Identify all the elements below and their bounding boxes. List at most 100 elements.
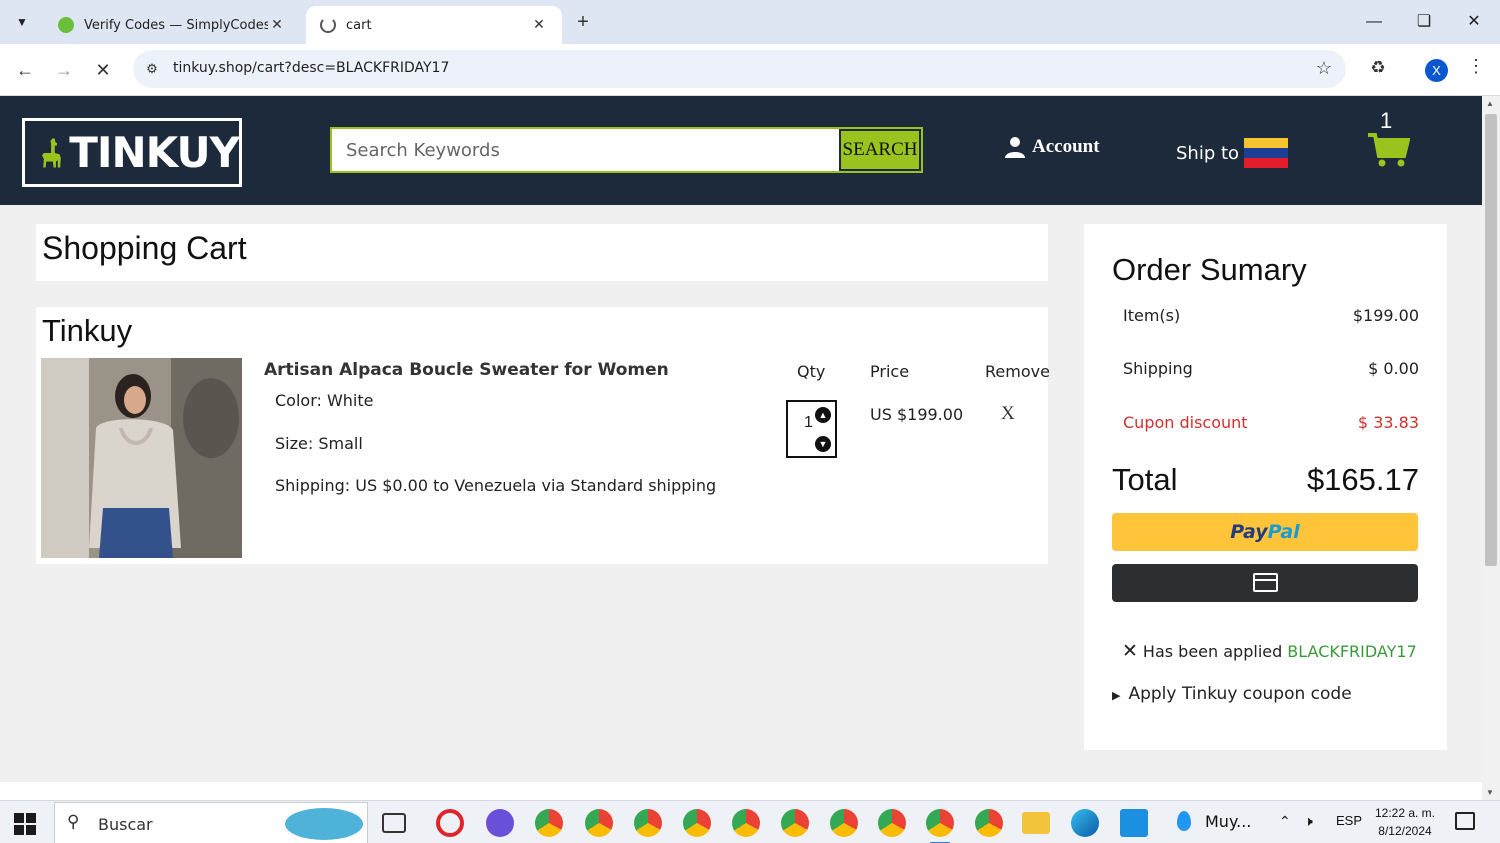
credit-card-icon xyxy=(1253,573,1278,592)
windows-start-icon[interactable] xyxy=(14,813,36,835)
chrome-profile-9-icon[interactable] xyxy=(975,809,1003,837)
chrome-profile-3-icon[interactable] xyxy=(634,809,662,837)
weather-text: Muy... xyxy=(1205,811,1252,831)
paypal-button[interactable]: PayPal xyxy=(1112,513,1418,551)
items-label: Item(s) xyxy=(1123,306,1181,325)
quantity-stepper[interactable]: 1 ▲ ▼ xyxy=(786,400,837,458)
venezuela-flag-icon xyxy=(1244,138,1289,168)
volume-icon[interactable]: 🕨 xyxy=(1304,813,1313,830)
product-color: Color: White xyxy=(275,391,374,410)
weather-widget[interactable]: Muy... xyxy=(1177,811,1251,831)
items-value: $199.00 xyxy=(1352,306,1419,325)
restore-button[interactable]: ❏ xyxy=(1409,10,1439,34)
browser-tabstrip: ▼ Verify Codes — SimplyCodes ✕ cart ✕ + … xyxy=(0,0,1500,44)
seller-name: Tinkuy xyxy=(42,313,133,348)
close-tab-icon[interactable]: ✕ xyxy=(530,17,548,33)
applied-coupon-code: BLACKFRIDAY17 xyxy=(1287,641,1417,661)
chrome-profile-6-icon[interactable] xyxy=(781,809,809,837)
chrome-profile-1-icon[interactable] xyxy=(535,809,563,837)
task-view-icon[interactable] xyxy=(382,813,406,833)
scroll-up-icon[interactable]: ▲ xyxy=(1486,99,1494,108)
tab-simplycodes[interactable]: Verify Codes — SimplyCodes ✕ xyxy=(44,6,300,44)
apply-coupon-label: Apply Tinkuy coupon code xyxy=(1128,684,1352,704)
shipping-value: $ 0.00 xyxy=(1368,359,1419,378)
order-summary-title: Order Sumary xyxy=(1112,252,1307,287)
product-image[interactable] xyxy=(41,358,242,558)
taskbar-clock[interactable]: 12:22 a. m. 8/12/2024 xyxy=(1370,804,1440,840)
coupon-applied-notice: ✕ Has been applied BLACKFRIDAY17 xyxy=(1122,640,1417,662)
chrome-profile-2-icon[interactable] xyxy=(585,809,613,837)
opera-icon[interactable] xyxy=(436,809,464,837)
page-scrollbar[interactable]: ▲ ▼ xyxy=(1482,96,1500,800)
search-icon: ⚲ xyxy=(67,812,80,831)
chrome-profile-7-icon[interactable] xyxy=(830,809,858,837)
profile-avatar[interactable]: X xyxy=(1425,59,1448,82)
photos-icon[interactable] xyxy=(1120,809,1148,837)
ship-to-selector[interactable]: Ship to xyxy=(1176,138,1289,168)
tab-title: Verify Codes — SimplyCodes xyxy=(84,17,268,33)
chrome-profile-5-icon[interactable] xyxy=(732,809,760,837)
account-label: Account xyxy=(1032,136,1100,157)
search-bar: SEARCH xyxy=(330,127,923,173)
tab-cart[interactable]: cart ✕ xyxy=(306,6,562,44)
search-button[interactable]: SEARCH xyxy=(839,129,921,171)
url-text: tinkuy.shop/cart?desc=BLACKFRIDAY17 xyxy=(173,60,450,76)
chrome-active-icon[interactable] xyxy=(926,809,954,843)
bookmark-star-icon[interactable]: ☆ xyxy=(1316,58,1332,79)
shopping-cart-icon[interactable] xyxy=(1366,132,1410,168)
language-indicator[interactable]: ESP xyxy=(1336,813,1362,828)
remove-item-button[interactable]: X xyxy=(1001,403,1015,425)
close-window-button[interactable]: ✕ xyxy=(1459,10,1489,34)
site-info-icon[interactable]: ⚙ xyxy=(141,58,163,80)
stop-loading-button[interactable]: ✕ xyxy=(89,56,117,84)
simplycodes-favicon-icon xyxy=(58,17,74,33)
quantity-value[interactable]: 1 xyxy=(804,414,813,432)
product-shipping: Shipping: US $0.00 to Venezuela via Stan… xyxy=(275,476,717,495)
tab-title: cart xyxy=(346,17,372,33)
browser-toolbar: ← → ✕ ⚙ tinkuy.shop/cart?desc=BLACKFRIDA… xyxy=(0,44,1500,96)
paypal-pay-text: Pay xyxy=(1230,521,1268,543)
close-tab-icon[interactable]: ✕ xyxy=(268,17,286,33)
notification-icon[interactable] xyxy=(1455,812,1475,830)
debit-credit-card-button[interactable] xyxy=(1112,564,1418,602)
browser-menu-icon[interactable]: ⋮ xyxy=(1466,56,1486,77)
total-label: Total xyxy=(1112,462,1178,497)
chrome-profile-8-icon[interactable] xyxy=(878,809,906,837)
clock-date: 8/12/2024 xyxy=(1378,824,1432,838)
minimize-button[interactable]: — xyxy=(1359,10,1389,34)
new-tab-button[interactable]: + xyxy=(572,10,594,34)
site-header: TINKUY SEARCH Account Ship to 1 xyxy=(0,96,1482,205)
product-name[interactable]: Artisan Alpaca Boucle Sweater for Women xyxy=(264,360,669,380)
scrollbar-thumb[interactable] xyxy=(1485,114,1497,566)
show-hidden-icons-icon[interactable]: ⌃ xyxy=(1279,813,1291,830)
chrome-profile-4-icon[interactable] xyxy=(683,809,711,837)
decrease-qty-icon[interactable]: ▼ xyxy=(815,436,831,452)
search-input[interactable] xyxy=(332,129,838,171)
taskbar-search[interactable]: ⚲ Buscar xyxy=(54,802,368,843)
disclosure-triangle-icon: ▶ xyxy=(1112,689,1121,702)
back-button[interactable]: ← xyxy=(11,56,39,84)
tinkuy-logo[interactable]: TINKUY xyxy=(22,118,242,187)
address-bar[interactable]: ⚙ tinkuy.shop/cart?desc=BLACKFRIDAY17 ☆ xyxy=(133,50,1346,88)
forward-button[interactable]: → xyxy=(50,56,78,84)
remove-coupon-icon[interactable]: ✕ xyxy=(1122,640,1138,662)
remove-column-header: Remove xyxy=(985,362,1050,381)
item-price: US $199.00 xyxy=(870,405,964,424)
logo-text: TINKUY xyxy=(69,128,240,177)
loading-favicon-icon xyxy=(320,17,336,33)
tab-search-dropdown[interactable]: ▼ xyxy=(8,8,36,36)
shipping-row: Shipping $ 0.00 xyxy=(1123,359,1419,378)
chat-app-icon[interactable] xyxy=(486,809,514,837)
file-explorer-icon[interactable] xyxy=(1022,812,1050,834)
total-value: $165.17 xyxy=(1306,462,1419,497)
account-link[interactable]: Account xyxy=(1004,136,1100,158)
apply-coupon-toggle[interactable]: ▶ Apply Tinkuy coupon code xyxy=(1112,684,1352,704)
increase-qty-icon[interactable]: ▲ xyxy=(815,407,831,423)
price-column-header: Price xyxy=(870,362,910,381)
edge-icon[interactable] xyxy=(1071,809,1099,837)
scroll-down-icon[interactable]: ▼ xyxy=(1486,788,1494,797)
cart-title-card: Shopping Cart xyxy=(36,224,1048,281)
extensions-icon[interactable]: ♻ xyxy=(1366,56,1390,80)
shipping-label: Shipping xyxy=(1123,359,1193,378)
search-highlight-image xyxy=(285,808,363,840)
